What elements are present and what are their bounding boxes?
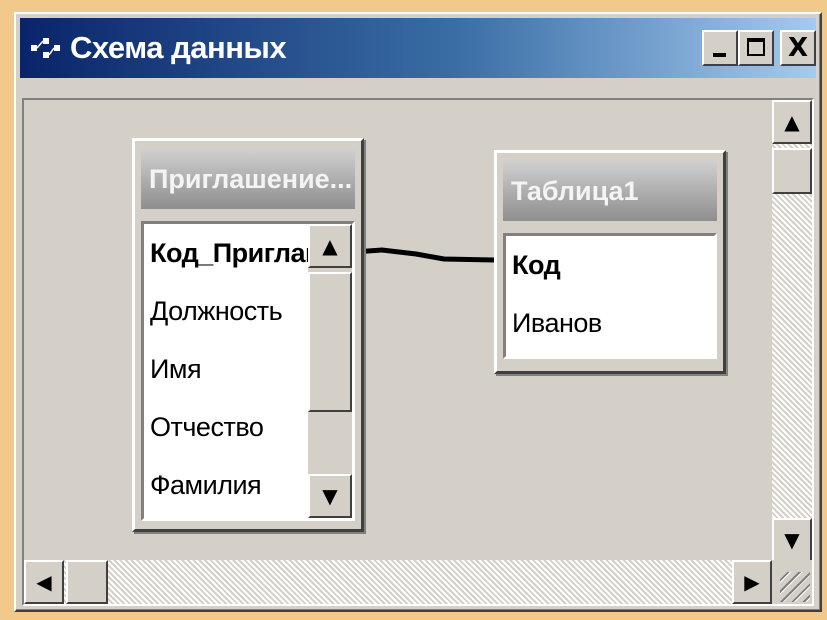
table-invitation-fields: Код_Приглаш Должность Имя Отчество Фамил… — [141, 221, 355, 521]
scroll-thumb[interactable] — [66, 560, 108, 604]
table-table1-header[interactable]: Таблица1 — [503, 161, 717, 221]
window-title: Схема данных — [70, 30, 287, 65]
close-button[interactable]: X — [780, 30, 816, 66]
scroll-down-button[interactable]: ▼ — [772, 518, 812, 562]
title-bar[interactable]: Схема данных X — [20, 18, 816, 78]
minimize-icon — [713, 53, 726, 57]
table-invitation-scrollbar[interactable]: ▲ ▼ — [308, 224, 352, 518]
table-invitation[interactable]: Приглашение... Код_Приглаш Должность Имя… — [132, 138, 364, 532]
relationships-window: Схема данных X Приглашение... Код_Пригла… — [14, 12, 822, 612]
arrow-right-icon: ▶ — [744, 570, 760, 594]
vertical-scrollbar[interactable]: ▲ ▼ — [772, 100, 812, 562]
maximize-button[interactable] — [738, 30, 774, 66]
field-row[interactable]: Иванов — [506, 294, 714, 352]
diagram-area[interactable]: Приглашение... Код_Приглаш Должность Имя… — [22, 98, 814, 606]
relationships-icon — [31, 38, 60, 58]
scroll-left-button[interactable]: ◀ — [24, 560, 64, 604]
scroll-thumb[interactable] — [308, 272, 352, 412]
arrow-up-icon: ▲ — [784, 110, 800, 134]
resize-grip-icon — [780, 572, 810, 602]
arrow-down-icon: ▼ — [322, 484, 338, 508]
scroll-down-button[interactable]: ▼ — [308, 474, 352, 518]
scroll-thumb[interactable] — [772, 148, 812, 194]
scroll-up-button[interactable]: ▲ — [308, 224, 352, 268]
horizontal-scrollbar[interactable]: ◀ ▶ — [24, 560, 772, 604]
scroll-up-button[interactable]: ▲ — [772, 100, 812, 144]
arrow-left-icon: ◀ — [36, 570, 52, 594]
close-icon: X — [787, 33, 809, 63]
minimize-button[interactable] — [702, 30, 738, 66]
scroll-right-button[interactable]: ▶ — [732, 560, 772, 604]
table-invitation-header[interactable]: Приглашение... — [141, 149, 355, 209]
table-table1[interactable]: Таблица1 Код Иванов — [494, 150, 726, 374]
table-table1-fields: Код Иванов — [503, 233, 717, 359]
arrow-down-icon: ▼ — [784, 528, 800, 552]
resize-grip[interactable] — [772, 560, 812, 604]
maximize-icon — [747, 38, 765, 56]
field-row[interactable]: Код — [506, 236, 714, 294]
arrow-up-icon: ▲ — [322, 234, 338, 258]
